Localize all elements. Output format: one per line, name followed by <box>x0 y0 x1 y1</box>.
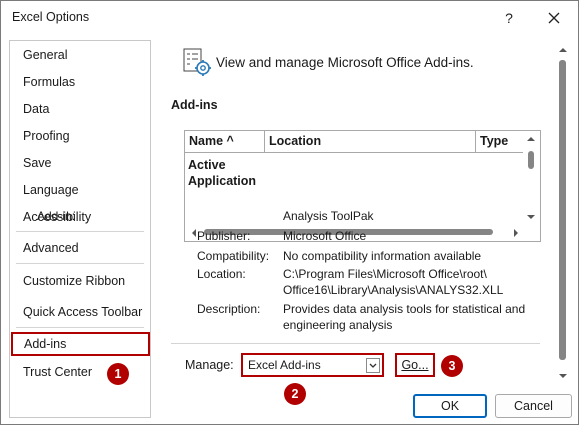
location-label: Location: <box>197 267 246 281</box>
step-badge-3: 3 <box>441 355 463 377</box>
location-value-line2: Office16\Library\Analysis\ANALYS32.XLL <box>283 283 504 297</box>
list-vertical-scrollbar[interactable] <box>523 131 539 227</box>
column-header-name[interactable]: Name ^ <box>185 131 265 153</box>
nav-item-accessibility[interactable]: Accessibility <box>10 205 150 229</box>
list-vertical-thumb[interactable] <box>528 151 534 169</box>
manage-select[interactable]: Excel Add-ins <box>241 353 384 377</box>
nav-item-advanced[interactable]: Advanced <box>10 236 150 260</box>
list-item[interactable]: Active <box>188 158 226 172</box>
column-header-location[interactable]: Location <box>265 131 476 153</box>
nav-divider <box>16 263 144 264</box>
list-item[interactable]: Application <box>188 174 256 188</box>
nav-item-save[interactable]: Save <box>10 151 150 175</box>
title-bar: Excel Options ? <box>1 1 578 33</box>
description-value-line2: engineering analysis <box>283 318 393 332</box>
column-header-type[interactable]: Type <box>476 131 524 153</box>
step-badge-2: 2 <box>284 383 306 405</box>
publisher-value: Microsoft Office <box>283 229 367 243</box>
publisher-label: Publisher: <box>197 229 251 243</box>
cancel-button[interactable]: Cancel <box>495 394 572 418</box>
scroll-up-icon[interactable] <box>558 46 568 54</box>
go-button[interactable]: Go... <box>395 353 435 377</box>
panel-vertical-scrollbar[interactable] <box>554 42 572 384</box>
description-label: Description: <box>197 302 261 316</box>
nav-divider <box>16 327 144 328</box>
manage-selected-value: Excel Add-ins <box>248 358 321 372</box>
panel-vertical-thumb[interactable] <box>559 60 566 360</box>
nav-item-customize-ribbon[interactable]: Customize Ribbon <box>10 269 150 293</box>
scroll-right-icon[interactable] <box>512 228 520 238</box>
options-nav: General Formulas Data Proofing Save Lang… <box>9 40 151 418</box>
addins-gear-icon <box>183 48 211 76</box>
nav-item-formulas[interactable]: Formulas <box>10 70 150 94</box>
nav-item-language[interactable]: Language <box>10 178 150 202</box>
addin-value: Analysis ToolPak <box>283 209 374 223</box>
panel-heading: View and manage Microsoft Office Add-ins… <box>216 55 474 70</box>
nav-item-general[interactable]: General <box>10 43 150 67</box>
compatibility-label: Compatibility: <box>197 249 270 263</box>
nav-divider <box>16 231 144 232</box>
manage-label: Manage: <box>185 358 234 372</box>
excel-options-dialog: Excel Options ? General Formulas Data Pr… <box>0 0 579 425</box>
location-value-line1: C:\Program Files\Microsoft Office\root\ <box>283 267 487 281</box>
nav-item-add-ins[interactable]: Add-ins <box>11 332 150 356</box>
dialog-title: Excel Options <box>12 10 90 24</box>
addin-label: Add-in: <box>37 209 76 223</box>
manage-divider <box>171 343 540 344</box>
close-icon <box>548 12 560 24</box>
chevron-down-icon <box>369 363 377 368</box>
nav-item-quick-access-toolbar[interactable]: Quick Access Toolbar <box>10 300 150 324</box>
nav-item-data[interactable]: Data <box>10 97 150 121</box>
close-button[interactable] <box>541 7 567 29</box>
help-button[interactable]: ? <box>497 7 521 29</box>
scroll-down-icon[interactable] <box>526 213 536 221</box>
scroll-up-icon[interactable] <box>526 135 536 143</box>
step-badge-1: 1 <box>107 363 129 385</box>
addins-list[interactable]: Name ^ Location Type Active Application <box>184 130 541 242</box>
description-value-line1: Provides data analysis tools for statist… <box>283 302 526 316</box>
addins-section-label: Add-ins <box>171 98 218 112</box>
dropdown-arrow[interactable] <box>366 358 380 373</box>
ok-button[interactable]: OK <box>413 394 487 418</box>
nav-item-proofing[interactable]: Proofing <box>10 124 150 148</box>
nav-item-trust-center[interactable]: Trust Center <box>10 360 150 384</box>
scroll-down-icon[interactable] <box>558 372 568 380</box>
compatibility-value: No compatibility information available <box>283 249 482 263</box>
